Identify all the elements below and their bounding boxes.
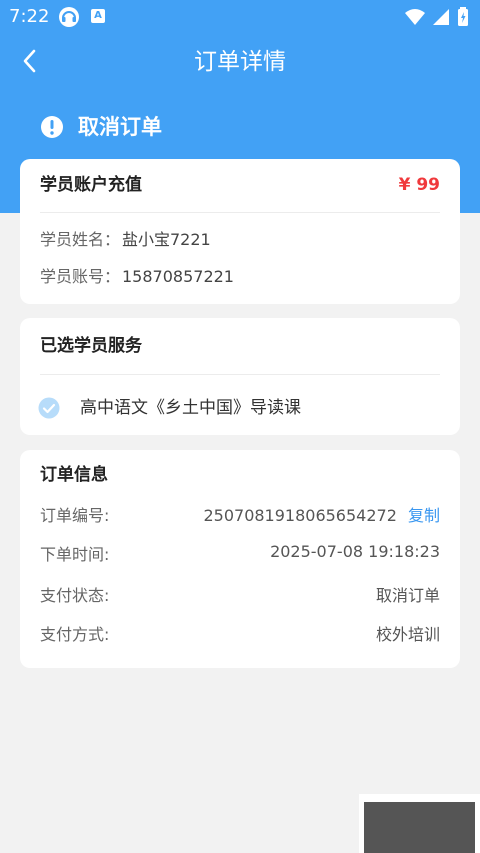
payment-status-label: 支付状态: [40,586,110,605]
status-time: 7:22 [9,6,50,27]
wifi-icon [404,9,425,25]
payment-method-value: 校外培训 [375,625,440,644]
order-status-text: 取消订单 [78,115,162,139]
order-time-label: 下单时间: [40,545,110,564]
price-value: ¥ 99 [398,175,440,195]
a-icon: A [91,9,105,23]
signal-icon [432,9,449,25]
student-account-label: 学员账号： [40,267,121,286]
headset-icon [59,7,79,27]
copy-button[interactable]: 复制 [408,506,440,525]
divider [40,212,440,213]
student-name-label: 学员姓名： [40,230,121,249]
check-circle-icon [38,397,60,419]
card-title: 已选学员服务 [40,336,142,356]
order-number-row-value: 2507081918065654272 复制 [203,505,440,527]
card-title: 学员账户充值 [40,175,142,195]
selected-services-card: 已选学员服务 高中语文《乡土中国》导读课 [20,318,460,435]
student-name-value: 盐小宝7221 [122,230,211,249]
exclamation-circle-icon [41,116,63,138]
order-number-label: 订单编号: [40,506,110,525]
order-number-value: 2507081918065654272 [203,506,397,525]
floating-thumbnail[interactable] [359,794,480,853]
student-account-value: 15870857221 [122,267,234,286]
status-indicators [404,6,470,28]
account-recharge-card: 学员账户充值 ¥ 99 学员姓名： 盐小宝7221 学员账号： 15870857… [20,159,460,304]
page-title: 订单详情 [194,49,286,75]
card-title: 订单信息 [40,465,108,485]
payment-status-value: 取消订单 [375,586,440,605]
divider [40,374,440,375]
order-info-card: 订单信息 订单编号: 2507081918065654272 复制 下单时间: … [20,450,460,668]
status-bar: 7:22 A [0,0,480,34]
payment-method-label: 支付方式: [40,625,110,644]
thumbnail-image [364,802,475,853]
order-time-value: 2025-07-08 19:18:23 [270,542,440,561]
service-item: 高中语文《乡土中国》导读课 [80,398,301,418]
battery-icon [458,7,468,26]
